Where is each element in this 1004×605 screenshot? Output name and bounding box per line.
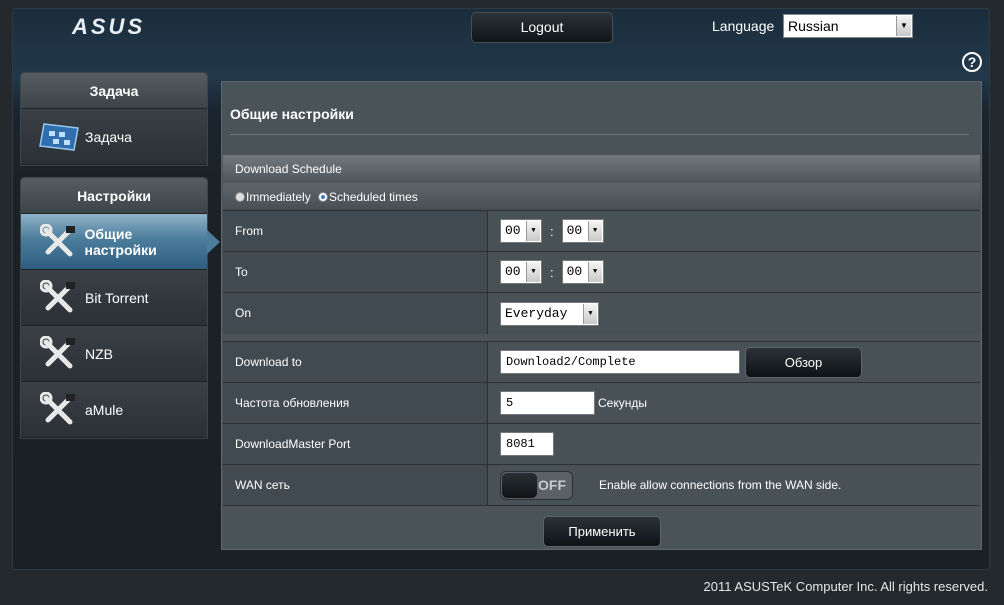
- language-select[interactable]: Russian ▼: [783, 14, 913, 38]
- to-minute-value: 00: [566, 264, 583, 279]
- refresh-unit-label: Секунды: [598, 396, 647, 410]
- download-path-input[interactable]: Download2/Complete: [500, 350, 740, 374]
- sidebar-item-bit-torrent[interactable]: Bit Torrent: [21, 270, 207, 326]
- wan-toggle[interactable]: OFF: [500, 470, 573, 500]
- chevron-down-icon[interactable]: ▼: [526, 221, 540, 241]
- chevron-down-icon[interactable]: ▼: [896, 16, 911, 36]
- chevron-down-icon[interactable]: ▼: [583, 303, 597, 324]
- download-to-label: Download to: [223, 342, 488, 382]
- port-row: DownloadMaster Port 8081: [223, 424, 980, 465]
- tools-icon: [37, 278, 81, 318]
- on-day-value: Everyday: [505, 305, 568, 321]
- from-hour-select[interactable]: 00 ▼: [500, 219, 542, 243]
- schedule-section-header: Download Schedule: [223, 155, 980, 183]
- sidebar-item-general-settings[interactable]: Общие настройки: [21, 214, 220, 270]
- logout-button[interactable]: Logout: [471, 12, 613, 43]
- sidebar-settings-heading: Настройки: [21, 178, 207, 214]
- asus-logo: ASUS: [72, 14, 146, 39]
- port-input[interactable]: 8081: [500, 432, 554, 456]
- to-row: To 00 ▼ : 00 ▼: [223, 252, 980, 293]
- browse-button[interactable]: Обзор: [745, 346, 862, 378]
- language-label: Language: [712, 18, 775, 34]
- from-label: From: [223, 211, 488, 251]
- sidebar-settings-section: Настройки Общие настройки Bit Torrent NZ…: [20, 177, 220, 439]
- to-hour-value: 00: [505, 264, 521, 279]
- to-label: To: [223, 252, 488, 292]
- from-minute-select[interactable]: 00 ▼: [561, 219, 604, 243]
- tools-icon: [37, 334, 81, 374]
- time-separator: :: [550, 223, 554, 239]
- time-separator: :: [550, 264, 554, 280]
- sidebar-item-nzb[interactable]: NZB: [21, 326, 207, 382]
- toggle-knob: [502, 472, 537, 498]
- refresh-row: Частота обновления 5 Секунды: [223, 383, 980, 424]
- chevron-down-icon[interactable]: ▼: [587, 262, 602, 282]
- sidebar-item-amule[interactable]: aMule: [21, 382, 207, 438]
- wan-description: Enable allow connections from the WAN si…: [599, 478, 842, 492]
- refresh-interval-input[interactable]: 5: [500, 391, 595, 415]
- main-panel: Общие настройки Download Schedule Immedi…: [221, 81, 982, 550]
- port-label: DownloadMaster Port: [223, 424, 488, 464]
- from-row: From 00 ▼ : 00 ▼: [223, 211, 980, 252]
- wan-row: WAN сеть OFF Enable allow connections fr…: [223, 465, 980, 506]
- language-value: Russian: [788, 18, 839, 34]
- sidebar-item-label: aMule: [85, 401, 124, 418]
- sidebar-task-section: Задача Задача: [20, 72, 208, 166]
- sidebar-task-heading: Задача: [21, 73, 207, 109]
- schedule-mode-row: Immediately Scheduled times: [223, 183, 980, 211]
- refresh-label: Частота обновления: [223, 383, 488, 423]
- help-icon[interactable]: ?: [962, 52, 982, 72]
- scheduled-times-label: Scheduled times: [329, 190, 418, 204]
- from-minute-value: 00: [566, 223, 583, 238]
- wan-label: WAN сеть: [223, 465, 488, 505]
- tools-icon: [37, 390, 81, 430]
- tools-icon: [37, 222, 81, 262]
- on-day-select[interactable]: Everyday ▼: [500, 301, 599, 326]
- sidebar-item-label: NZB: [85, 345, 113, 362]
- on-label: On: [223, 293, 488, 334]
- to-hour-select[interactable]: 00 ▼: [500, 260, 542, 284]
- scheduled-times-radio[interactable]: [318, 192, 329, 202]
- on-row: On Everyday ▼: [223, 293, 980, 334]
- chevron-down-icon[interactable]: ▼: [587, 221, 602, 241]
- schedule-table: From 00 ▼ : 00 ▼ To 00 ▼ : 00 ▼ On Everyday ▼: [223, 211, 980, 334]
- title-divider: [230, 134, 969, 135]
- copyright-text: 2011 ASUSTeK Computer Inc. All rights re…: [703, 579, 988, 594]
- from-hour-value: 00: [505, 223, 521, 238]
- immediately-label: Immediately: [246, 190, 311, 204]
- apply-button[interactable]: Применить: [543, 516, 661, 547]
- sidebar-item-label: Задача: [85, 128, 132, 145]
- task-dashboard-icon: [37, 117, 81, 157]
- sidebar-item-label: Общие настройки: [84, 225, 157, 258]
- to-minute-select[interactable]: 00 ▼: [561, 260, 604, 284]
- immediately-radio[interactable]: [235, 192, 245, 202]
- toggle-state-label: OFF: [538, 476, 566, 493]
- page-title: Общие настройки: [230, 106, 354, 122]
- download-to-row: Download to Download2/Complete Обзор: [223, 342, 980, 383]
- settings-table: Download to Download2/Complete Обзор Час…: [223, 341, 980, 506]
- sidebar-item-label: Bit Torrent: [85, 289, 149, 306]
- chevron-down-icon[interactable]: ▼: [526, 262, 540, 282]
- sidebar-item-task[interactable]: Задача: [21, 109, 207, 165]
